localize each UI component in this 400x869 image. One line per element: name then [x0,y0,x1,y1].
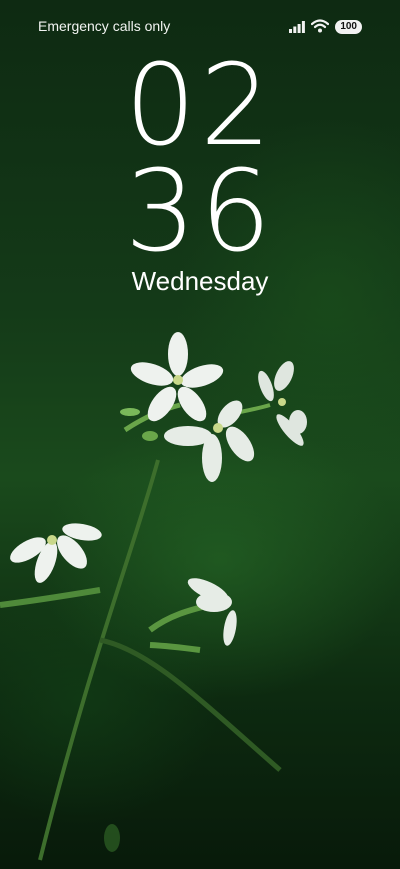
signal-bars-icon [289,18,306,37]
clock-minutes: 36 [124,147,276,277]
weekday-label: Wednesday [131,266,269,296]
clock-hours: 02 [124,41,276,171]
carrier-status-text: Emergency calls only [38,18,171,34]
status-icons: 100 [289,18,362,36]
battery-level-badge: 100 [335,20,362,34]
wifi-icon [311,18,330,37]
